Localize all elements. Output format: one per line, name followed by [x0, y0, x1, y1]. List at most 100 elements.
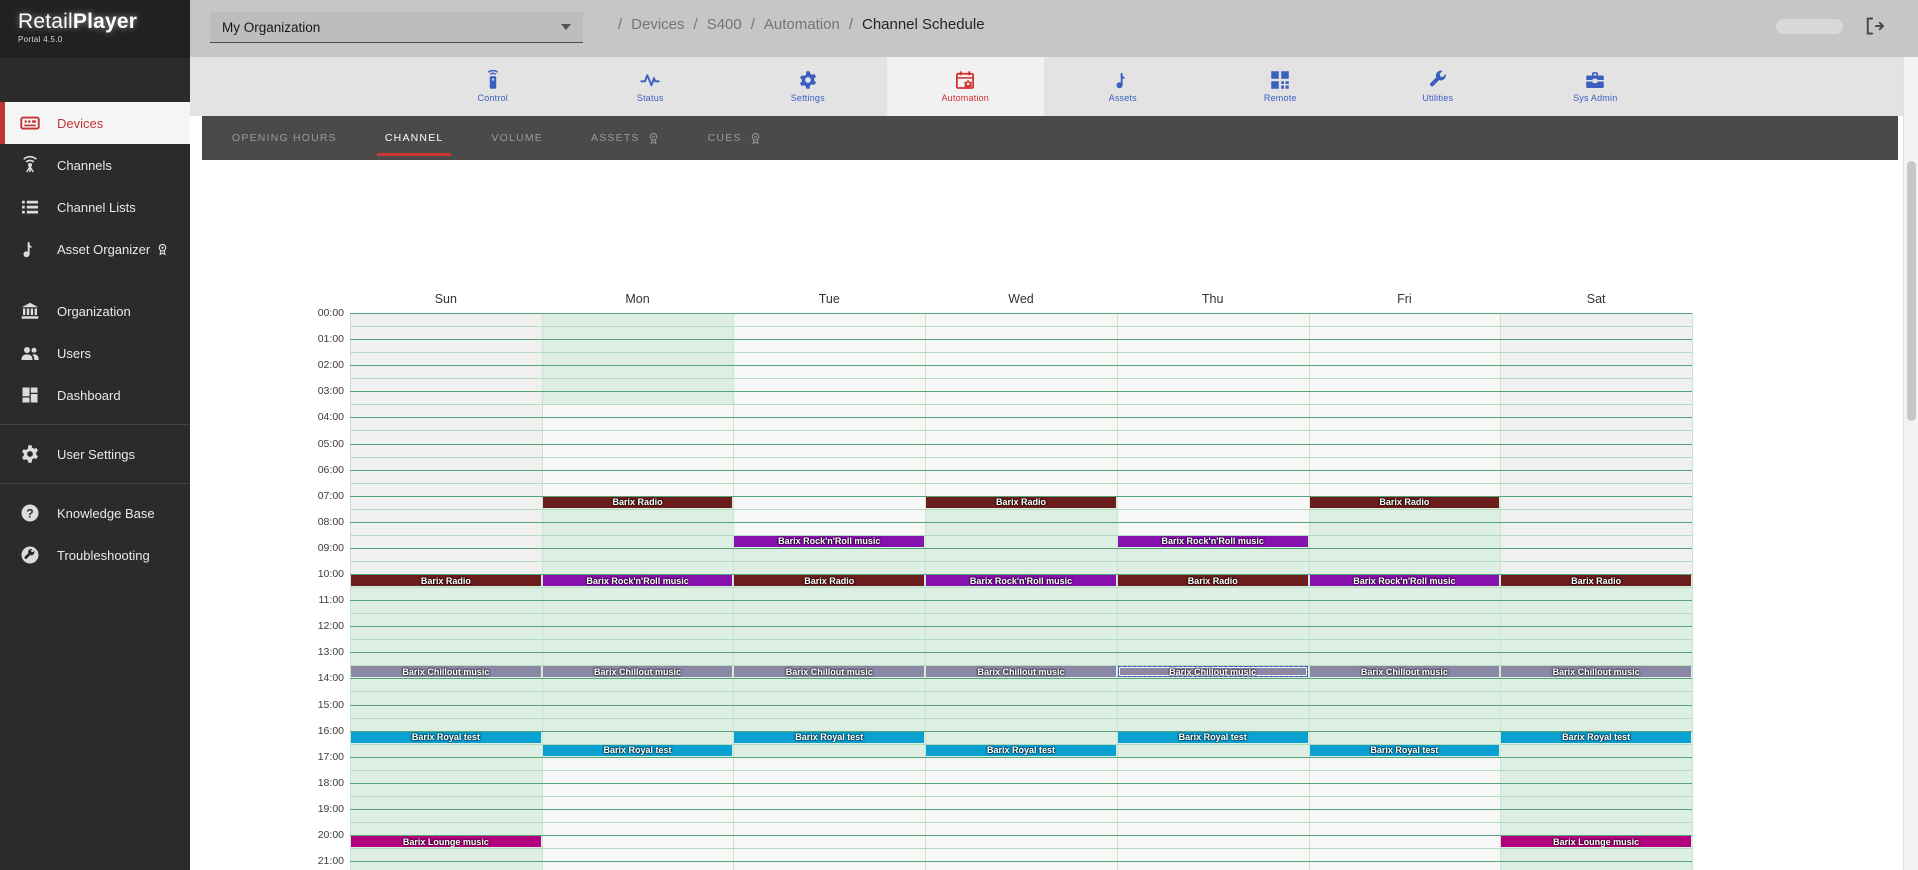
toolbar-item-assets[interactable]: Assets [1044, 57, 1202, 116]
organization-select-value: My Organization [222, 19, 321, 35]
asset-organizer-icon [20, 239, 40, 259]
automation-icon [955, 70, 975, 90]
schedule-event-barix-chillout-music[interactable]: Barix Chillout music [351, 666, 541, 678]
schedule-event-barix-rock-n-roll-music[interactable]: Barix Rock'n'Roll music [926, 575, 1116, 587]
schedule-event-barix-chillout-music[interactable]: Barix Chillout music [542, 666, 733, 678]
badge-icon [156, 243, 169, 256]
schedule-event-barix-radio[interactable]: Barix Radio [1117, 575, 1308, 587]
svg-text:?: ? [26, 506, 33, 520]
sidebar-item-label: Asset Organizer [57, 241, 151, 257]
toolbar-item-label: Settings [790, 93, 825, 103]
sidebar-item-users[interactable]: Users [0, 332, 190, 374]
badge-icon [647, 132, 660, 145]
sidebar-item-label: Channels [57, 157, 112, 173]
toolbar-item-status[interactable]: Status [572, 57, 730, 116]
toolbar-item-label: Status [636, 93, 664, 103]
sidebar-item-label: User Settings [57, 446, 136, 462]
troubleshooting-icon [20, 545, 40, 565]
schedule-event-barix-royal-test[interactable]: Barix Royal test [1309, 744, 1500, 756]
scrollbar-thumb[interactable] [1907, 161, 1916, 421]
schedule-event-barix-chillout-music[interactable]: Barix Chillout music [926, 666, 1116, 678]
schedule-event-barix-radio[interactable]: Barix Radio [926, 496, 1116, 508]
toolbar-item-automation[interactable]: Automation [886, 57, 1044, 116]
breadcrumb-separator: / [750, 16, 755, 33]
tab-volume[interactable]: VOLUME [487, 116, 547, 160]
sidebar-item-organization[interactable]: Organization [0, 290, 190, 332]
breadcrumb-separator: / [848, 16, 853, 33]
toolbar-item-label: Remote [1263, 93, 1297, 103]
sidebar-item-devices[interactable]: Devices [0, 102, 190, 144]
schedule-event-barix-radio[interactable]: Barix Radio [1309, 496, 1500, 508]
schedule-event-barix-royal-test[interactable]: Barix Royal test [1501, 731, 1691, 743]
toolbar-item-label: Utilities [1422, 93, 1454, 103]
schedule-event-barix-royal-test[interactable]: Barix Royal test [926, 744, 1116, 756]
tab-assets[interactable]: ASSETS [587, 116, 664, 160]
schedule-event-barix-royal-test[interactable]: Barix Royal test [351, 731, 541, 743]
tab-channel[interactable]: CHANNEL [376, 116, 452, 160]
sidebar-divider [0, 483, 190, 484]
logo-subtitle: Portal 4.5.0 [18, 35, 63, 44]
schedule-event-barix-rock-n-roll-music[interactable]: Barix Rock'n'Roll music [734, 535, 925, 547]
topbar: My Organization / Devices / S400 / Automation… [190, 0, 1918, 57]
schedule-event-barix-royal-test[interactable]: Barix Royal test [1117, 731, 1308, 743]
tab-label: OPENING HOURS [232, 132, 337, 144]
sidebar-item-dashboard[interactable]: Dashboard [0, 374, 190, 416]
toolbar-item-sys-admin[interactable]: Sys Admin [1517, 57, 1675, 116]
sidebar-divider [0, 424, 190, 425]
breadcrumb-segment-s400[interactable]: S400 [707, 16, 742, 33]
breadcrumb-separator: / [693, 16, 698, 33]
schedule-event-barix-rock-n-roll-music[interactable]: Barix Rock'n'Roll music [1309, 575, 1500, 587]
toolbar-item-control[interactable]: Control [414, 57, 572, 116]
organization-select[interactable]: My Organization [210, 12, 583, 43]
toolbar-item-settings[interactable]: Settings [729, 57, 887, 116]
sidebar-item-troubleshooting[interactable]: Troubleshooting [0, 534, 190, 576]
schedule-event-barix-lounge-music[interactable]: Barix Lounge music [1501, 836, 1691, 848]
sidebar-item-channels[interactable]: Channels [0, 144, 190, 186]
sidebar-item-label: Channel Lists [57, 199, 136, 215]
schedule-event-barix-chillout-music[interactable]: Barix Chillout music [734, 666, 925, 678]
schedule-event-barix-chillout-music[interactable]: Barix Chillout music [1117, 666, 1308, 678]
schedule-event-barix-chillout-music[interactable]: Barix Chillout music [1501, 666, 1691, 678]
breadcrumb-segment-channel-schedule[interactable]: Channel Schedule [862, 16, 985, 33]
schedule-event-barix-rock-n-roll-music[interactable]: Barix Rock'n'Roll music [542, 575, 733, 587]
toolbar-item-utilities[interactable]: Utilities [1359, 57, 1517, 116]
topbar-pill-button[interactable] [1776, 19, 1843, 34]
schedule-event-barix-radio[interactable]: Barix Radio [734, 575, 925, 587]
sidebar-item-knowledge-base[interactable]: ? Knowledge Base [0, 492, 190, 534]
schedule-event-barix-radio[interactable]: Barix Radio [351, 575, 541, 587]
users-icon [20, 343, 40, 363]
schedule-event-barix-chillout-music[interactable]: Barix Chillout music [1309, 666, 1500, 678]
breadcrumb-segment-automation[interactable]: Automation [764, 16, 840, 33]
content-area [190, 116, 1918, 870]
sidebar-item-user-settings[interactable]: User Settings [0, 433, 190, 475]
logout-icon[interactable] [1864, 16, 1885, 36]
sidebar-item-channel-lists[interactable]: Channel Lists [0, 186, 190, 228]
organization-icon [20, 301, 40, 321]
schedule-event-barix-rock-n-roll-music[interactable]: Barix Rock'n'Roll music [1117, 535, 1308, 547]
schedule-event-barix-royal-test[interactable]: Barix Royal test [734, 731, 925, 743]
sidebar-item-label: Troubleshooting [57, 547, 150, 563]
toolbar-item-label: Assets [1108, 93, 1137, 103]
settings-icon [798, 70, 818, 90]
sidebar: RetailPlayer Portal 4.5.0 Devices Channel… [0, 0, 190, 870]
logo-title: Retail [18, 10, 73, 33]
breadcrumb-separator: / [618, 16, 623, 33]
vertical-scrollbar[interactable] [1903, 57, 1918, 870]
breadcrumb: / Devices / S400 / Automation / Channel Schedul… [618, 16, 985, 33]
schedule-event-barix-lounge-music[interactable]: Barix Lounge music [351, 836, 541, 848]
tab-cues[interactable]: CUES [704, 116, 766, 160]
devices-icon [20, 113, 40, 133]
sidebar-item-asset-organizer[interactable]: Asset Organizer [0, 228, 190, 270]
app-logo: RetailPlayer Portal 4.5.0 [0, 0, 190, 58]
tab-opening-hours[interactable]: OPENING HOURS [228, 116, 341, 160]
tab-label: CHANNEL [384, 132, 444, 144]
tab-label: VOLUME [491, 132, 543, 144]
schedule-event-barix-radio[interactable]: Barix Radio [1501, 575, 1691, 587]
schedule-event-barix-royal-test[interactable]: Barix Royal test [542, 744, 733, 756]
control-icon [483, 70, 503, 90]
breadcrumb-segment-devices[interactable]: Devices [631, 16, 684, 33]
schedule-event-barix-radio[interactable]: Barix Radio [542, 496, 733, 508]
channels-icon [20, 155, 40, 175]
toolbar-item-remote[interactable]: Remote [1202, 57, 1360, 116]
